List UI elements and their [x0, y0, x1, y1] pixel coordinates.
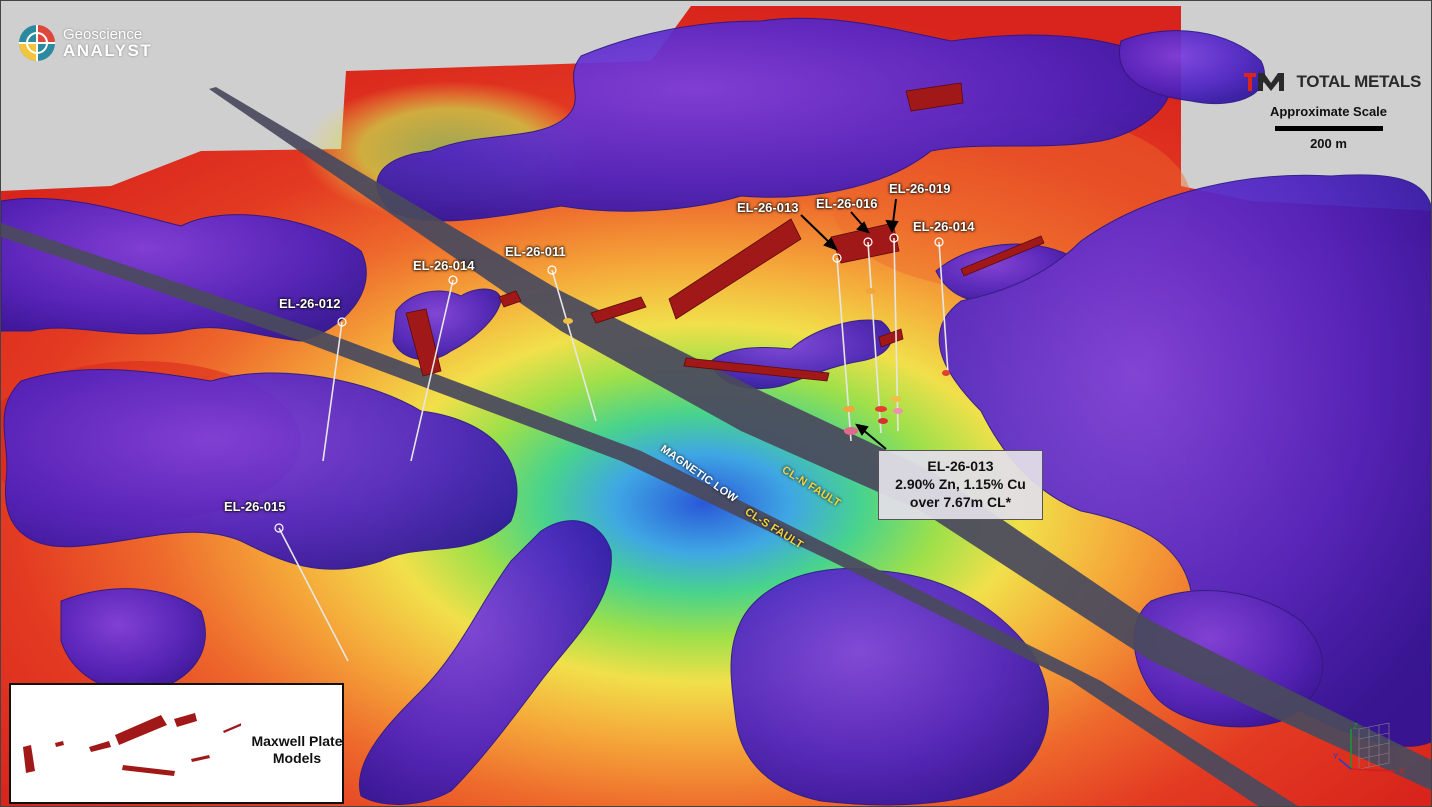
total-metals-logo-icon: [1244, 73, 1285, 91]
intercept-4: [878, 418, 888, 424]
hole-label-el-26-013: EL-26-013: [737, 200, 799, 215]
legend-title-line-1: Maxwell Plate: [251, 733, 343, 749]
scale-title: Approximate Scale: [1269, 104, 1388, 119]
x-axis-line: [1350, 768, 1396, 772]
logo-line-2: ANALYST: [63, 41, 153, 60]
orientation-axes-widget[interactable]: Z X Y: [1329, 719, 1425, 779]
axis-label-x: X: [1399, 767, 1405, 776]
hole-label-el-26-015: EL-26-015: [224, 499, 286, 514]
logo-wordmark: Geoscience ANALYST: [63, 27, 152, 59]
hole-label-el-26-012: EL-26-012: [279, 296, 341, 311]
intercept-3: [875, 406, 887, 412]
intercept-2: [844, 427, 858, 435]
logo-line-1: Geoscience: [63, 26, 143, 43]
intercept-7: [866, 288, 876, 294]
map-viewport[interactable]: EL-26-012 EL-26-014 EL-26-011 EL-26-013 …: [0, 0, 1432, 807]
axis-label-z: Z: [1353, 722, 1358, 731]
intercept-1: [843, 406, 855, 412]
scale-bar-widget: Approximate Scale 200 m: [1261, 104, 1396, 151]
intercept-6: [893, 408, 903, 414]
legend-title: Maxwell Plate Models: [247, 733, 347, 767]
assay-callout-box: EL-26-013 2.90% Zn, 1.15% Cu over 7.67m …: [878, 450, 1043, 520]
intercept-5: [891, 396, 901, 402]
total-metals-brand: TOTAL METALS: [1244, 72, 1421, 92]
callout-hole: EL-26-013: [927, 458, 994, 474]
y-axis-line: [1338, 758, 1352, 770]
hole-label-el-26-014-east: EL-26-014: [913, 219, 975, 234]
scale-label: 200 m: [1310, 136, 1347, 151]
maxwell-plate-legend: Maxwell Plate Models: [9, 683, 344, 804]
hole-label-el-26-019: EL-26-019: [889, 181, 951, 196]
callout-grade: 2.90% Zn, 1.15% Cu: [895, 476, 1026, 492]
crosshair-logo-icon: [19, 25, 55, 61]
callout-interval: over 7.67m CL*: [909, 494, 1012, 510]
intercept-8: [563, 318, 573, 324]
geoscience-analyst-logo: Geoscience ANALYST: [17, 23, 152, 63]
scale-bar: [1274, 126, 1383, 131]
hole-label-el-26-011: EL-26-011: [505, 244, 566, 259]
legend-title-line-2: Models: [272, 750, 322, 766]
brand-name: TOTAL METALS: [1296, 72, 1421, 91]
legend-plate-glyphs: [23, 713, 241, 776]
axis-label-y: Y: [1333, 752, 1339, 761]
hole-label-el-26-016: EL-26-016: [816, 196, 878, 211]
intercept-9: [942, 370, 950, 376]
hole-label-el-26-014-west: EL-26-014: [413, 258, 475, 273]
